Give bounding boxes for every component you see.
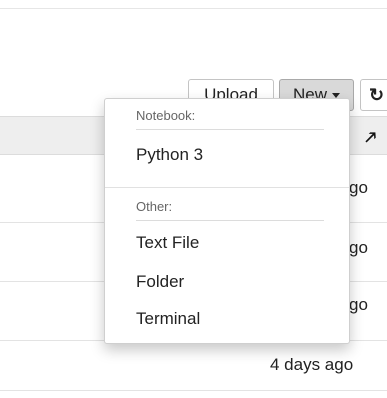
menu-item-folder[interactable]: Folder [136,272,184,292]
row-divider [0,390,387,391]
section-underline [136,129,324,130]
refresh-icon: ↻ [369,85,385,105]
section-underline [136,220,324,221]
row-1-modified: go [349,178,368,197]
row-3-modified: go [349,295,368,314]
row-4-modified: 4 days ago [270,355,354,374]
menu-item-terminal[interactable]: Terminal [136,309,200,329]
row-2-modified: go [349,238,368,257]
menu-divider [105,187,349,188]
menu-item-python3[interactable]: Python 3 [136,145,203,165]
menu-item-text-file[interactable]: Text File [136,233,199,253]
sort-arrow-up-icon[interactable]: 🡕 [365,125,376,154]
refresh-button[interactable]: ↻ [360,79,387,111]
notebook-section-header: Notebook: [136,108,196,123]
other-section-header: Other: [136,199,173,214]
file-browser: Upload New ↻ 🡕 go go go 4 days ago Noteb… [0,0,387,398]
new-dropdown-menu: Notebook: Python 3 Other: Text File Fold… [104,98,350,344]
top-divider [0,8,387,9]
